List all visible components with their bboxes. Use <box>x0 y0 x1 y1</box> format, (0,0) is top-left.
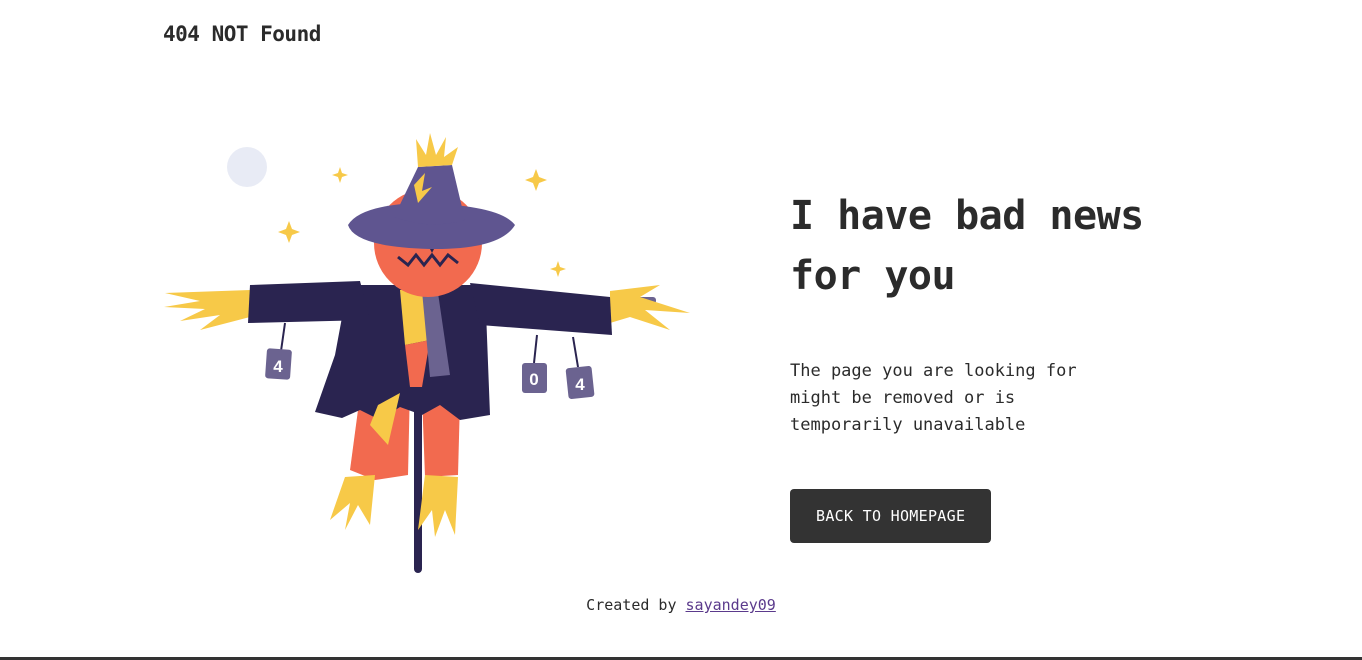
can-digit: 4 <box>273 357 283 376</box>
page-headline: I have bad news for you <box>790 193 1144 299</box>
coat-right-arm <box>470 283 612 335</box>
sparkle-icon <box>525 169 547 191</box>
left-hand-straw <box>164 290 250 330</box>
hat-straw <box>416 133 458 167</box>
footer-credit-text: Created by <box>586 596 677 614</box>
right-foot-straw <box>418 475 458 537</box>
error-content: I have bad news for you The page you are… <box>790 186 1210 543</box>
footer: Created by sayandey09 <box>0 596 1362 614</box>
moon-circle <box>227 147 267 187</box>
scarecrow-illustration: 4 0 4 <box>160 125 700 580</box>
error-message: The page you are looking for might be re… <box>790 361 1077 435</box>
right-hand-straw <box>610 285 690 330</box>
sparkle-icon <box>278 221 300 243</box>
can-digit: 4 <box>575 375 585 394</box>
site-title: 404 NOT Found <box>163 22 321 46</box>
can-digit: 0 <box>529 370 538 389</box>
sparkle-icon <box>550 261 566 277</box>
coat-left-arm <box>248 281 370 323</box>
author-link[interactable]: sayandey09 <box>686 596 776 614</box>
left-foot-straw <box>330 475 375 530</box>
back-to-homepage-button[interactable]: BACK TO HOMEPAGE <box>790 489 992 543</box>
sparkle-icon <box>332 167 348 183</box>
